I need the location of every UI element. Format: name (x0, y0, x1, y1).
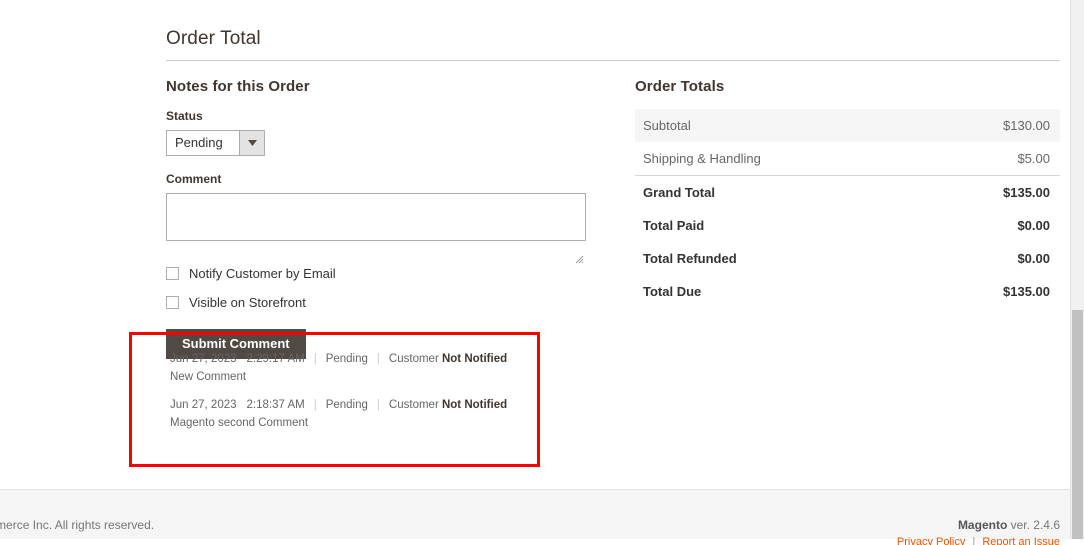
totals-row: Shipping & Handling $5.00 (635, 142, 1060, 176)
totals-row-label: Total Refunded (643, 251, 737, 266)
comment-input[interactable] (166, 193, 586, 241)
meta-separator: | (376, 353, 380, 365)
vertical-scrollbar-thumb[interactable] (1072, 310, 1083, 539)
notify-customer-row[interactable]: Notify Customer by Email (166, 266, 606, 281)
notes-column: Notes for this Order Status Pending Comm… (166, 78, 606, 359)
totals-row-label: Total Due (643, 284, 702, 299)
title-divider (166, 60, 1060, 61)
meta-separator: | (313, 399, 317, 412)
comment-meta: Jun 27, 2023 2:29:17 AM | Pending | Customer … (170, 351, 537, 368)
totals-row: Grand Total $135.00 (635, 176, 1060, 210)
page-title: Order Total (166, 28, 261, 49)
order-totals-table: Subtotal $130.00 Shipping & Handling $5.00 G… (635, 109, 1060, 308)
notes-section-title: Notes for this Order (166, 78, 310, 95)
two-column-layout: Notes for this Order Status Pending Comm… (166, 78, 1060, 359)
status-label: Status (166, 109, 203, 123)
totals-row-amount: $5.00 (922, 142, 1060, 176)
comment-field-wrapper (166, 193, 586, 266)
totals-row-label: Shipping & Handling (635, 142, 923, 176)
comment-text: Magento second Comment (170, 417, 309, 430)
footer-copyright: ento Commerce Inc. All rights reserved. (0, 518, 155, 532)
totals-row: Total Due $135.00 (635, 275, 1060, 308)
comment-time: 2:29:17 AM (246, 353, 305, 365)
footer-links: Privacy Policy | Report an Issue (897, 536, 1060, 545)
comment-status: Pending (325, 399, 368, 412)
comment-history-item: Jun 27, 2023 2:18:37 AM | Pending | Customer … (170, 397, 537, 431)
order-total-content: Order Total Notes for this Order Status … (166, 28, 1060, 359)
resize-handle-icon[interactable] (575, 255, 584, 264)
page-scroll-container: Order Total Notes for this Order Status … (0, 0, 1070, 545)
totals-column: Order Totals Subtotal $130.00 Shipping & H… (635, 78, 1060, 359)
comment-history-list: Jun 27, 2023 2:29:17 AM | Pending | Customer … (132, 335, 537, 432)
notify-customer-checkbox[interactable] (166, 267, 179, 280)
totals-row: Total Paid $0.00 (635, 209, 1060, 242)
visible-storefront-row[interactable]: Visible on Storefront (166, 295, 606, 310)
vertical-scrollbar-track[interactable] (1070, 0, 1084, 539)
totals-row-amount: $135.00 (1003, 185, 1050, 200)
comment-customer-prefix: Customer (388, 399, 442, 412)
totals-row: Total Refunded $0.00 (635, 242, 1060, 275)
status-select[interactable]: Pending (166, 130, 265, 156)
comment-notification-state: Not Notified (441, 353, 508, 365)
footer-link-separator: | (972, 536, 976, 545)
comment-customer-prefix: Customer (388, 353, 442, 365)
report-issue-link[interactable]: Report an Issue (982, 536, 1060, 545)
comment-meta: Jun 27, 2023 2:18:37 AM | Pending | Customer … (170, 397, 537, 414)
totals-row: Subtotal $130.00 (635, 109, 1060, 142)
comment-history-highlight-box: Jun 27, 2023 2:29:17 AM | Pending | Customer … (129, 332, 540, 467)
visible-storefront-checkbox[interactable] (166, 296, 179, 309)
notify-customer-label: Notify Customer by Email (189, 266, 336, 281)
comment-label: Comment (166, 172, 222, 186)
comment-status: Pending (325, 353, 368, 365)
totals-row-label: Total Paid (643, 218, 705, 233)
page-footer: ento Commerce Inc. All rights reserved. … (0, 489, 1070, 545)
footer-version-number: ver. 2.4.6 (1010, 518, 1060, 532)
totals-row-amount: $130.00 (922, 109, 1060, 142)
footer-version: Magento ver. 2.4.6 (958, 518, 1060, 532)
order-totals-title: Order Totals (635, 78, 725, 95)
totals-row-label: Grand Total (643, 185, 715, 200)
meta-separator: | (376, 399, 380, 412)
comment-time: 2:18:37 AM (246, 399, 305, 412)
totals-row-amount: $0.00 (1017, 251, 1050, 266)
visible-storefront-label: Visible on Storefront (189, 295, 306, 310)
totals-row-amount: $0.00 (1017, 218, 1050, 233)
comment-date: Jun 27, 2023 (170, 399, 237, 412)
comment-date: Jun 27, 2023 (170, 353, 237, 365)
comment-history-item: Jun 27, 2023 2:29:17 AM | Pending | Customer … (170, 351, 537, 385)
totals-row-amount: $135.00 (1003, 284, 1050, 299)
totals-row-label: Subtotal (635, 109, 923, 142)
meta-separator: | (313, 353, 317, 365)
status-select-value: Pending (175, 135, 223, 150)
privacy-policy-link[interactable]: Privacy Policy (897, 536, 965, 545)
footer-brand: Magento (957, 518, 1008, 532)
comment-notification-state: Not Notified (441, 399, 508, 412)
comment-text: New Comment (170, 370, 247, 383)
chevron-down-icon (239, 131, 264, 155)
